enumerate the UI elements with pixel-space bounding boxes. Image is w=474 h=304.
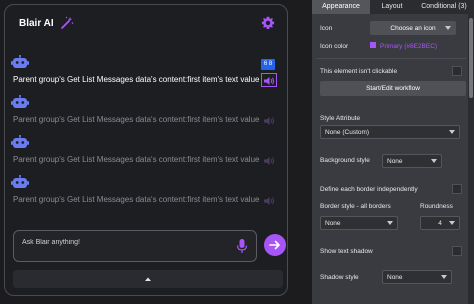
start-edit-workflow-button[interactable]: Start/Edit workflow — [320, 81, 466, 96]
robot-icon — [11, 55, 29, 68]
border-style-select[interactable]: None — [320, 216, 398, 230]
text-shadow-label: Show text shadow — [320, 248, 373, 255]
chat-input-box — [13, 230, 257, 262]
shadow-style-select[interactable]: None — [382, 270, 452, 284]
list-item: 6 8 Parent group's Get List Messages dat… — [11, 55, 281, 87]
icon-color-picker[interactable]: Primary (#8E2BEC) — [370, 42, 437, 50]
background-style-label: Background style — [320, 157, 370, 164]
list-item: Parent group's Get List Messages data's … — [11, 95, 281, 125]
collapse-bar[interactable] — [13, 270, 283, 288]
shadow-style-value: None — [387, 273, 403, 281]
message-text: Parent group's Get List Messages data's … — [13, 115, 260, 124]
microphone-icon[interactable] — [236, 238, 248, 254]
choose-icon-label: Choose an icon — [390, 24, 436, 32]
text-shadow-checkbox[interactable] — [452, 246, 462, 256]
app-root: Blair AI 6 8 Parent group's Get List Mes… — [0, 0, 474, 304]
border-style-label: Border style - all borders — [320, 203, 391, 210]
roundness-value: 4 — [438, 219, 442, 227]
border-independent-checkbox[interactable] — [452, 184, 462, 194]
message-text: Parent group's Get List Messages data's … — [13, 155, 260, 164]
magic-wand-icon — [60, 16, 73, 29]
background-style-value: None — [387, 157, 403, 165]
speaker-icon[interactable] — [263, 115, 275, 127]
chevron-down-icon — [387, 221, 393, 225]
robot-icon — [11, 175, 29, 188]
tab-conditional[interactable]: Conditional (3) — [414, 0, 474, 14]
element-badge: 6 8 — [261, 59, 275, 70]
list-item: Parent group's Get List Messages data's … — [11, 135, 281, 165]
roundness-label: Roundness — [420, 203, 453, 210]
style-attribute-select[interactable]: None (Custom) — [320, 125, 460, 139]
chat-input[interactable] — [22, 235, 222, 249]
not-clickable-checkbox[interactable] — [452, 66, 462, 76]
not-clickable-label: This element isn't clickable — [320, 68, 398, 75]
robot-icon — [11, 135, 29, 148]
gear-icon[interactable] — [261, 16, 275, 30]
message-text: Parent group's Get List Messages data's … — [13, 75, 260, 84]
icon-label: Icon — [320, 25, 333, 32]
workflow-button-label: Start/Edit workflow — [366, 85, 420, 92]
scrollbar[interactable] — [468, 14, 474, 304]
icon-color-value: Primary (#8E2BEC) — [380, 43, 438, 50]
color-swatch — [370, 42, 376, 48]
chat-title: Blair AI — [19, 17, 54, 29]
chevron-down-icon — [441, 275, 447, 279]
chevron-down-icon — [449, 130, 455, 134]
chat-widget: Blair AI 6 8 Parent group's Get List Mes… — [4, 4, 288, 296]
speaker-icon[interactable] — [263, 75, 275, 87]
tab-appearance[interactable]: Appearance — [312, 0, 370, 14]
speaker-icon[interactable] — [263, 155, 275, 167]
property-tabs: Appearance Layout Conditional (3) — [312, 0, 474, 14]
robot-icon — [11, 95, 29, 108]
tab-layout[interactable]: Layout — [370, 0, 414, 14]
chat-header: Blair AI — [5, 5, 287, 41]
message-text: Parent group's Get List Messages data's … — [13, 195, 260, 204]
choose-icon-button[interactable]: Choose an icon — [370, 21, 456, 35]
background-style-select[interactable]: None — [382, 154, 442, 168]
chevron-down-icon — [431, 159, 437, 163]
chevron-down-icon — [445, 26, 451, 30]
chevron-up-icon — [145, 277, 151, 281]
border-independent-label: Define each border independently — [320, 186, 418, 193]
properties-panel: Appearance Layout Conditional (3) Icon C… — [312, 0, 474, 304]
divider — [316, 58, 466, 59]
style-attribute-label: Style Attribute — [320, 115, 361, 122]
send-button[interactable] — [264, 234, 286, 256]
chevron-down-icon — [449, 221, 455, 225]
send-arrow-icon — [269, 240, 280, 250]
icon-color-label: Icon color — [320, 43, 349, 50]
scrollbar-thumb[interactable] — [469, 18, 473, 98]
border-style-value: None — [325, 219, 341, 227]
roundness-select[interactable]: 4 — [420, 216, 460, 230]
list-item: Parent group's Get List Messages data's … — [11, 175, 281, 205]
shadow-style-label: Shadow style — [320, 274, 359, 281]
speaker-icon[interactable] — [263, 195, 275, 207]
style-attribute-value: None (Custom) — [325, 128, 370, 136]
